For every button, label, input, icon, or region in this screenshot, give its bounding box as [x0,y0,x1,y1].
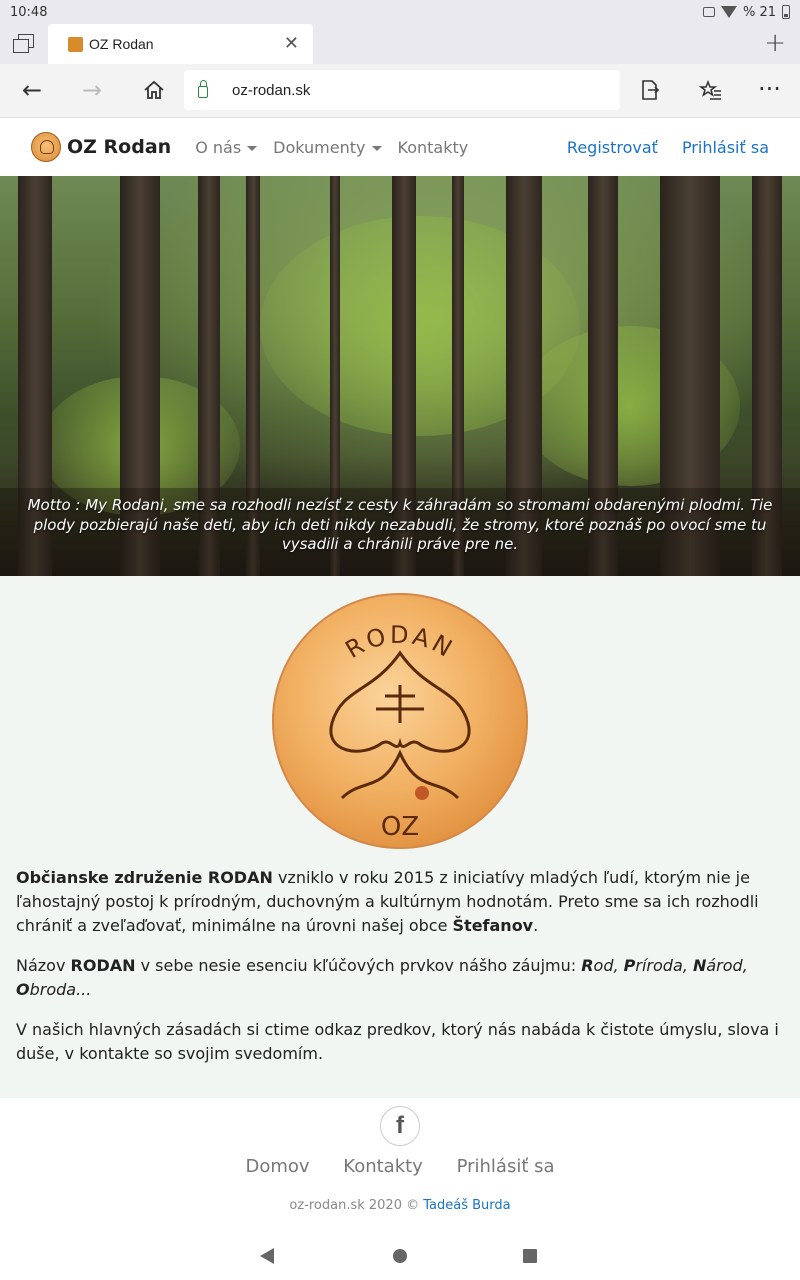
wifi-icon [720,6,737,18]
favorites-icon[interactable] [699,80,723,100]
svg-text:OZ: OZ [381,812,419,842]
nav-dokumenty[interactable]: Dokumenty [273,138,382,157]
home-nav-icon[interactable] [393,1249,407,1263]
back-nav-icon[interactable] [260,1248,274,1264]
caret-down-icon [247,145,258,151]
site-footer: f Domov Kontakty Prihlásiť sa oz-rodan.s… [0,1098,800,1230]
nav-kontakty[interactable]: Kontakty [398,138,469,157]
home-icon[interactable] [143,80,165,100]
about-section: RODAN OZ Občianske združenie RODAN vznik… [0,576,800,1098]
address-bar[interactable]: oz-rodan.sk [184,70,620,110]
browser-toolbar: ← → oz-rodan.sk ··· [0,64,800,118]
browser-tab-strip: OZ Rodan ✕ + [0,24,800,64]
status-time: 10:48 [10,4,48,20]
rodan-emblem: RODAN OZ [272,593,528,849]
new-tab-icon[interactable]: + [764,30,786,56]
intro-paragraph: Občianske združenie RODAN vzniklo v roku… [16,868,759,935]
battery-percent: % 21 [742,4,776,20]
system-nav-bar [0,1230,800,1280]
share-icon[interactable] [640,79,660,101]
name-paragraph: Názov RODAN v sebe nesie esenciu kľúčový… [16,956,748,999]
login-link[interactable]: Prihlásiť sa [682,138,769,157]
svg-text:RODAN: RODAN [341,621,460,664]
more-options-icon[interactable]: ··· [758,76,781,102]
browser-tab[interactable]: OZ Rodan ✕ [48,24,313,64]
close-tab-icon[interactable]: ✕ [284,35,299,53]
hero-forest-image: Motto : My Rodani, sme sa rozhodli nezís… [0,176,800,576]
footer-link-domov[interactable]: Domov [245,1156,309,1177]
forward-icon[interactable]: → [82,77,102,103]
facebook-icon[interactable]: f [380,1106,420,1146]
copyright: oz-rodan.sk 2020 © Tadeáš Burda [289,1198,511,1213]
footer-link-kontakty[interactable]: Kontakty [343,1156,423,1177]
battery-icon [782,5,790,19]
recents-nav-icon[interactable] [523,1249,537,1263]
site-logo-icon[interactable] [31,132,61,162]
favicon-icon [68,36,83,52]
status-bar: 10:48 % 21 [0,0,800,24]
tab-title: OZ Rodan [89,36,154,52]
principles-paragraph: V našich hlavných zásadách si ctime odka… [16,1020,779,1063]
lock-icon [198,80,208,98]
site-navbar: OZ Rodan O nás Dokumenty Kontakty Regist… [0,118,800,176]
vibrate-icon [702,7,715,17]
register-link[interactable]: Registrovať [567,138,658,157]
author-link[interactable]: Tadeáš Burda [423,1198,510,1213]
site-brand[interactable]: OZ Rodan [67,136,171,158]
tab-switcher-icon[interactable] [13,34,35,54]
footer-link-prihlasit[interactable]: Prihlásiť sa [457,1156,555,1177]
url-text: oz-rodan.sk [232,81,311,99]
nav-o-nas[interactable]: O nás [195,138,258,157]
caret-down-icon [371,145,382,151]
motto-text: Motto : My Rodani, sme sa rozhodli nezís… [27,496,773,553]
back-icon[interactable]: ← [22,77,42,103]
